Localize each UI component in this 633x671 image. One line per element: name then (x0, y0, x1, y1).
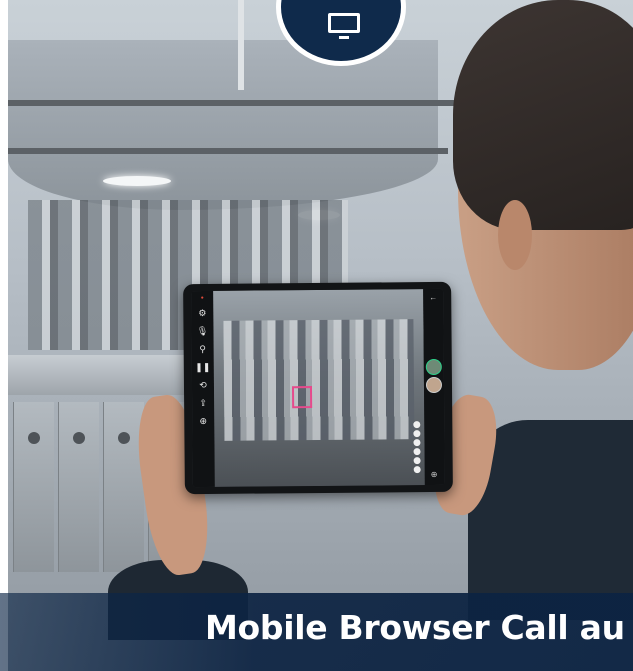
banner-title: Mobile Browser Call au (205, 608, 625, 647)
tablet-camera-view (213, 289, 425, 487)
tablet-left-toolbar: ● ⚙ 🎙 ⚲ ❚❚ ⟲ ⇪ ⊕ (191, 290, 215, 488)
microphone-icon: 🎙 (196, 325, 209, 337)
settings-icon: ⚙ (198, 307, 207, 319)
machine-lamp (103, 176, 171, 186)
recording-indicator-icon: ● (200, 294, 204, 302)
technician-hair (453, 0, 633, 230)
ar-marker (291, 386, 313, 409)
machine-photo: ● ⚙ 🎙 ⚲ ❚❚ ⟲ ⇪ ⊕ ← ⊕ (8, 0, 633, 671)
machine-slot (13, 402, 54, 572)
machine-slot (58, 402, 99, 572)
knitting-machine-top (8, 40, 438, 210)
camera-machine-view (223, 319, 415, 441)
monitor-icon (328, 13, 360, 39)
participant-avatar (425, 358, 442, 376)
share-icon: ⇪ (199, 397, 207, 409)
machine-ring (8, 148, 448, 154)
tablet-device: ● ⚙ 🎙 ⚲ ❚❚ ⟲ ⇪ ⊕ ← ⊕ (183, 281, 453, 495)
tablet-screen: ● ⚙ 🎙 ⚲ ❚❚ ⟲ ⇪ ⊕ ← ⊕ (191, 288, 445, 488)
tablet-tool-dots (413, 421, 421, 474)
left-edge (0, 0, 8, 671)
hero-image-section: ● ⚙ 🎙 ⚲ ❚❚ ⟲ ⇪ ⊕ ← ⊕ Mobile Browser Call… (0, 0, 633, 671)
tablet-right-panel: ← ⊕ (423, 288, 445, 486)
add-icon: ⊕ (430, 469, 438, 480)
technician-ear (498, 200, 532, 270)
machine-ring (8, 100, 478, 106)
participant-avatar (425, 376, 443, 394)
back-arrow-icon: ← (429, 292, 438, 303)
zoom-icon: ⊕ (199, 415, 208, 427)
machine-pole (238, 0, 244, 90)
flashlight-icon: ⚲ (199, 343, 206, 355)
machine-slot (103, 402, 144, 572)
camera-switch-icon: ⟲ (199, 379, 207, 391)
pause-icon: ❚❚ (195, 361, 211, 373)
